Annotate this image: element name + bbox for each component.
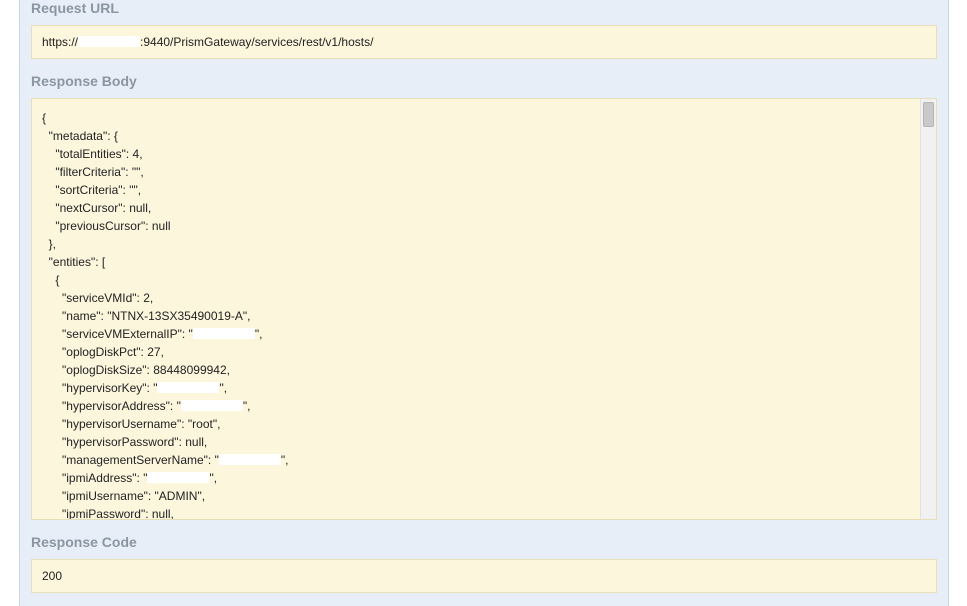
json-line: "hypervisorAddress": " ", — [42, 399, 251, 413]
json-line: "filterCriteria": "", — [42, 165, 144, 179]
json-line: "nextCursor": null, — [42, 201, 152, 215]
response-body-box[interactable]: { "metadata": { "totalEntities": 4, "fil… — [31, 98, 937, 520]
redacted-value — [180, 400, 243, 411]
json-line: { — [42, 273, 60, 287]
redacted-value — [147, 472, 210, 483]
json-line: "metadata": { — [42, 129, 118, 143]
redacted-host — [78, 36, 141, 47]
json-line: "ipmiAddress": " ", — [42, 471, 218, 485]
json-line: "name": "NTNX-13SX35490019-A", — [42, 309, 251, 323]
request-url-value: https:// :9440/PrismGateway/services/rest… — [42, 35, 373, 49]
json-line: "ipmiUsername": "ADMIN", — [42, 489, 206, 503]
json-line: "managementServerName": " ", — [42, 453, 289, 467]
json-line: "serviceVMExternalIP": " ", — [42, 327, 263, 341]
response-code-box[interactable]: 200 — [31, 559, 937, 593]
json-line: "entities": [ — [42, 255, 106, 269]
json-line: "hypervisorUsername": "root", — [42, 417, 221, 431]
request-url-label: Request URL — [31, 0, 119, 16]
json-line: "previousCursor": null — [42, 219, 171, 233]
json-line: "serviceVMId": 2, — [42, 291, 154, 305]
request-url-box[interactable]: https:// :9440/PrismGateway/services/rest… — [31, 25, 937, 59]
json-line: "oplogDiskSize": 88448099942, — [42, 363, 230, 377]
redacted-value — [157, 382, 220, 393]
response-body-scrollbar[interactable] — [920, 99, 936, 519]
request-url-path: :9440/PrismGateway/services/rest/v1/host… — [140, 35, 374, 49]
json-line: { — [42, 111, 47, 125]
json-line: "totalEntities": 4, — [42, 147, 143, 161]
request-url-scheme: https:// — [42, 35, 79, 49]
json-line: "hypervisorKey": " ", — [42, 381, 228, 395]
scrollbar-thumb[interactable] — [923, 102, 934, 127]
redacted-value — [218, 454, 281, 465]
json-line: "sortCriteria": "", — [42, 183, 142, 197]
json-line: "oplogDiskPct": 27, — [42, 345, 164, 359]
json-line: "hypervisorPassword": null, — [42, 435, 208, 449]
response-body-label: Response Body — [31, 73, 137, 89]
json-line: }, — [42, 237, 57, 251]
redacted-value — [192, 328, 255, 339]
response-code-label: Response Code — [31, 534, 137, 550]
json-line: "ipmiPassword": null, — [42, 507, 174, 520]
response-code-value: 200 — [42, 569, 63, 583]
response-body-json: { "metadata": { "totalEntities": 4, "fil… — [42, 109, 289, 520]
